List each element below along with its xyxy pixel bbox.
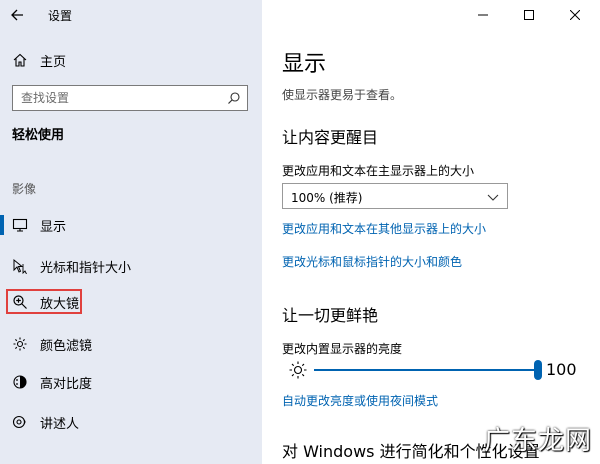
close-icon — [570, 10, 580, 20]
home-icon — [13, 53, 27, 67]
home-label: 主页 — [40, 55, 67, 70]
app-title: 设置 — [48, 9, 73, 23]
home-nav-item[interactable]: 主页 — [0, 48, 262, 72]
section-heading-brightness: 让一切更鲜艳 — [282, 306, 379, 325]
slider-track[interactable] — [314, 369, 538, 371]
section-heading-visibility: 让内容更醒目 — [282, 128, 379, 147]
sidebar-item-display[interactable]: 显示 — [0, 213, 262, 237]
brightness-slider[interactable]: 100 — [282, 358, 600, 382]
minimize-button[interactable] — [460, 0, 506, 30]
sidebar-item-label: 高对比度 — [40, 377, 93, 392]
brightness-label: 更改内置显示器的亮度 — [282, 342, 403, 356]
back-button[interactable] — [8, 4, 30, 26]
sidebar-item-label: 显示 — [40, 220, 67, 235]
color-filter-icon — [13, 337, 27, 351]
main-panel: 显示 使显示器更易于查看。 让内容更醒目 更改应用和文本在主显示器上的大小 10… — [262, 0, 600, 464]
slider-thumb[interactable] — [534, 360, 542, 380]
sidebar-item-label: 光标和指针大小 — [40, 261, 132, 276]
title-bar: 设置 — [0, 0, 262, 30]
sidebar-item-narrator[interactable]: 讲述人 — [0, 410, 262, 434]
contrast-icon — [13, 375, 27, 389]
search-box[interactable] — [12, 85, 248, 111]
sidebar: 设置 主页 轻松使用 影像 显示 光标和指针大小 — [0, 0, 262, 464]
back-arrow-icon — [11, 9, 23, 21]
auto-brightness-link[interactable]: 自动更改亮度或使用夜间模式 — [282, 392, 438, 409]
sidebar-item-label: 讲述人 — [40, 417, 80, 432]
watermark: 广东龙网 — [478, 414, 591, 458]
window-controls — [460, 0, 600, 30]
other-displays-size-link[interactable]: 更改应用和文本在其他显示器上的大小 — [282, 220, 486, 237]
size-dropdown[interactable]: 100% (推荐) — [282, 183, 508, 209]
sidebar-item-high-contrast[interactable]: 高对比度 — [0, 370, 262, 394]
narrator-icon — [12, 415, 26, 429]
chevron-down-icon — [487, 194, 499, 201]
highlight-box — [6, 289, 82, 314]
brightness-value: 100 — [546, 360, 577, 379]
size-label: 更改应用和文本在主显示器上的大小 — [282, 164, 475, 178]
sidebar-item-label: 颜色滤镜 — [40, 339, 93, 354]
maximize-icon — [524, 10, 534, 20]
page-title: 显示 — [282, 52, 327, 77]
sidebar-item-cursor[interactable]: 光标和指针大小 — [0, 254, 262, 278]
size-dropdown-value: 100% (推荐) — [291, 191, 363, 205]
sun-icon — [289, 361, 307, 379]
selected-indicator — [0, 215, 4, 235]
section-label: 影像 — [12, 182, 37, 196]
close-button[interactable] — [552, 0, 598, 30]
monitor-icon — [12, 218, 28, 232]
page-description: 使显示器更易于查看。 — [282, 88, 403, 102]
search-input[interactable] — [13, 86, 221, 110]
minimize-icon — [478, 14, 488, 16]
cursor-size-color-link[interactable]: 更改光标和鼠标指针的大小和颜色 — [282, 253, 462, 270]
maximize-button[interactable] — [506, 0, 552, 30]
sidebar-item-color-filter[interactable]: 颜色滤镜 — [0, 332, 262, 356]
watermark-text: 广东龙网 — [484, 426, 593, 456]
cursor-icon — [13, 258, 27, 274]
category-title: 轻松使用 — [12, 128, 65, 143]
search-icon[interactable] — [227, 91, 241, 105]
